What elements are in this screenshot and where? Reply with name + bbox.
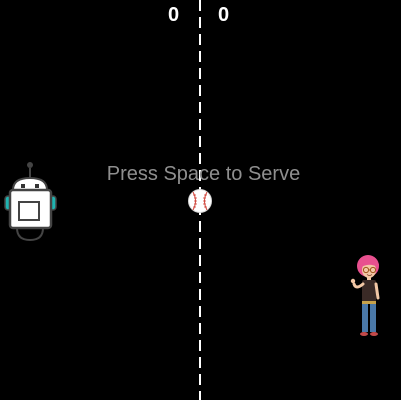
serve-prompt: Press Space to Serve bbox=[106, 163, 301, 185]
robot-paddle-icon bbox=[4, 162, 57, 242]
baseball-ball-icon bbox=[188, 189, 212, 213]
game-stage[interactable]: 0 0 Press Space to Serve bbox=[0, 0, 401, 400]
right-score: 0 bbox=[218, 4, 230, 26]
left-score: 0 bbox=[168, 4, 180, 26]
girl-paddle-icon bbox=[350, 255, 380, 336]
